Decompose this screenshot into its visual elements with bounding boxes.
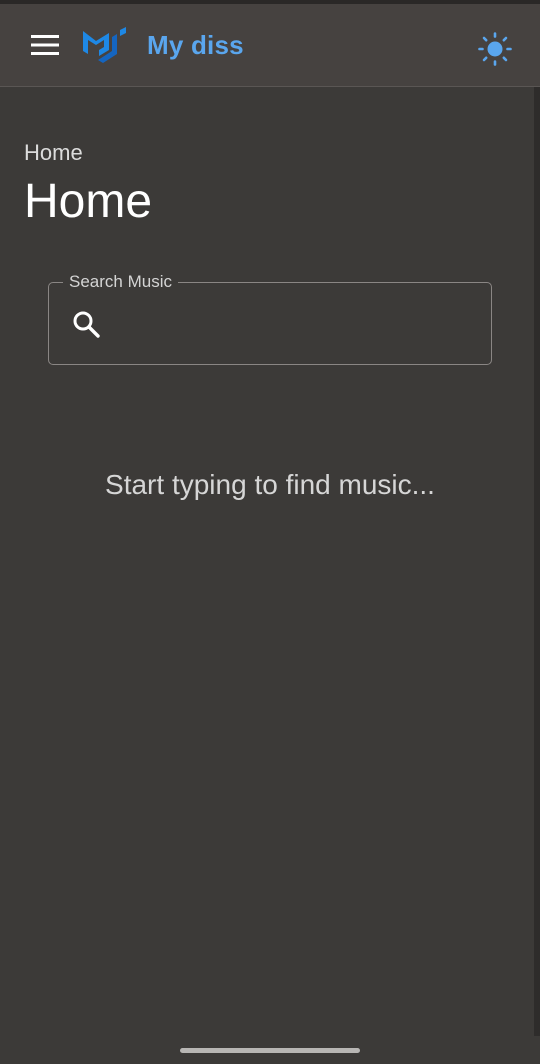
empty-state-message: Start typing to find music...	[105, 469, 435, 500]
home-indicator[interactable]	[180, 1048, 360, 1053]
scroll-track	[534, 87, 540, 1036]
app-title[interactable]: My diss	[147, 28, 244, 62]
menu-button[interactable]	[22, 26, 68, 64]
theme-toggle-button[interactable]	[472, 26, 518, 72]
menu-icon	[31, 35, 59, 55]
search-icon	[73, 311, 100, 338]
sun-icon	[478, 32, 512, 66]
search-input[interactable]	[113, 303, 477, 347]
app-bar: My diss	[0, 4, 540, 87]
search-label: Search Music	[63, 271, 178, 293]
page-title: Home	[24, 175, 153, 228]
mui-logo-icon	[83, 27, 126, 63]
search-field[interactable]: Search Music	[48, 271, 492, 365]
breadcrumb[interactable]: Home	[24, 139, 83, 167]
